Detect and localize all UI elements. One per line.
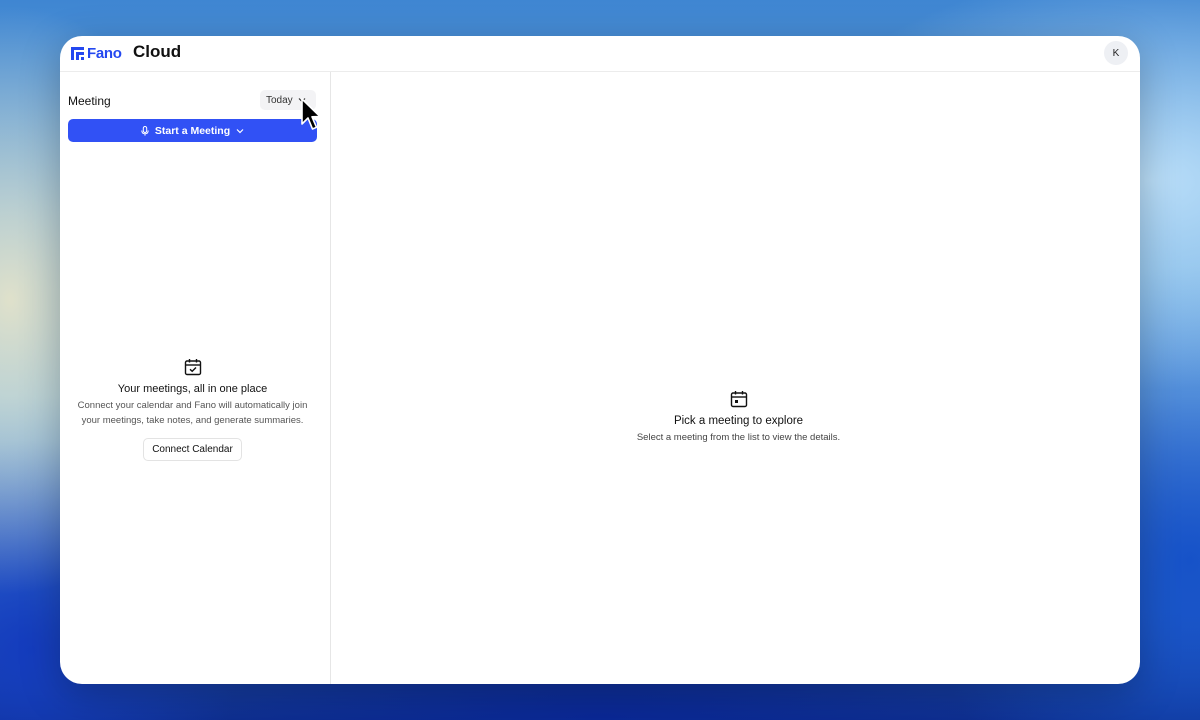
meetings-empty-state: Your meetings, all in one place Connect … — [60, 357, 325, 461]
date-filter-label: Today — [266, 94, 293, 106]
brand-name: Fano — [87, 45, 122, 62]
logo[interactable]: Fano — [71, 45, 122, 62]
start-meeting-button[interactable]: Start a Meeting — [68, 119, 317, 142]
mouse-pointer-icon — [301, 98, 321, 130]
chevron-down-icon[interactable] — [235, 126, 245, 136]
start-meeting-label: Start a Meeting — [154, 124, 231, 137]
connect-calendar-button[interactable]: Connect Calendar — [143, 438, 242, 461]
empty-state-heading: Your meetings, all in one place — [117, 383, 268, 395]
details-empty-state: Pick a meeting to explore Select a meeti… — [332, 389, 1140, 443]
fano-logo-icon — [71, 47, 84, 60]
product-name: Cloud — [133, 42, 182, 61]
app-window: Fano Cloud K Meeting Today Start a Meeti… — [60, 36, 1140, 684]
details-empty-description: Select a meeting from the list to view t… — [636, 432, 841, 443]
microphone-icon — [141, 125, 149, 136]
calendar-icon — [730, 391, 747, 408]
details-empty-heading: Pick a meeting to explore — [673, 415, 804, 427]
empty-state-description: Connect your calendar and Fano will auto… — [77, 400, 308, 426]
calendar-check-icon — [184, 359, 201, 376]
main-panel: Pick a meeting to explore Select a meeti… — [332, 72, 1140, 684]
sidebar: Meeting Today Start a Meeting Your meeti… — [60, 72, 331, 684]
sidebar-title: Meeting — [68, 94, 111, 108]
top-bar: Fano Cloud K — [60, 36, 1140, 72]
avatar[interactable]: K — [1104, 41, 1128, 65]
